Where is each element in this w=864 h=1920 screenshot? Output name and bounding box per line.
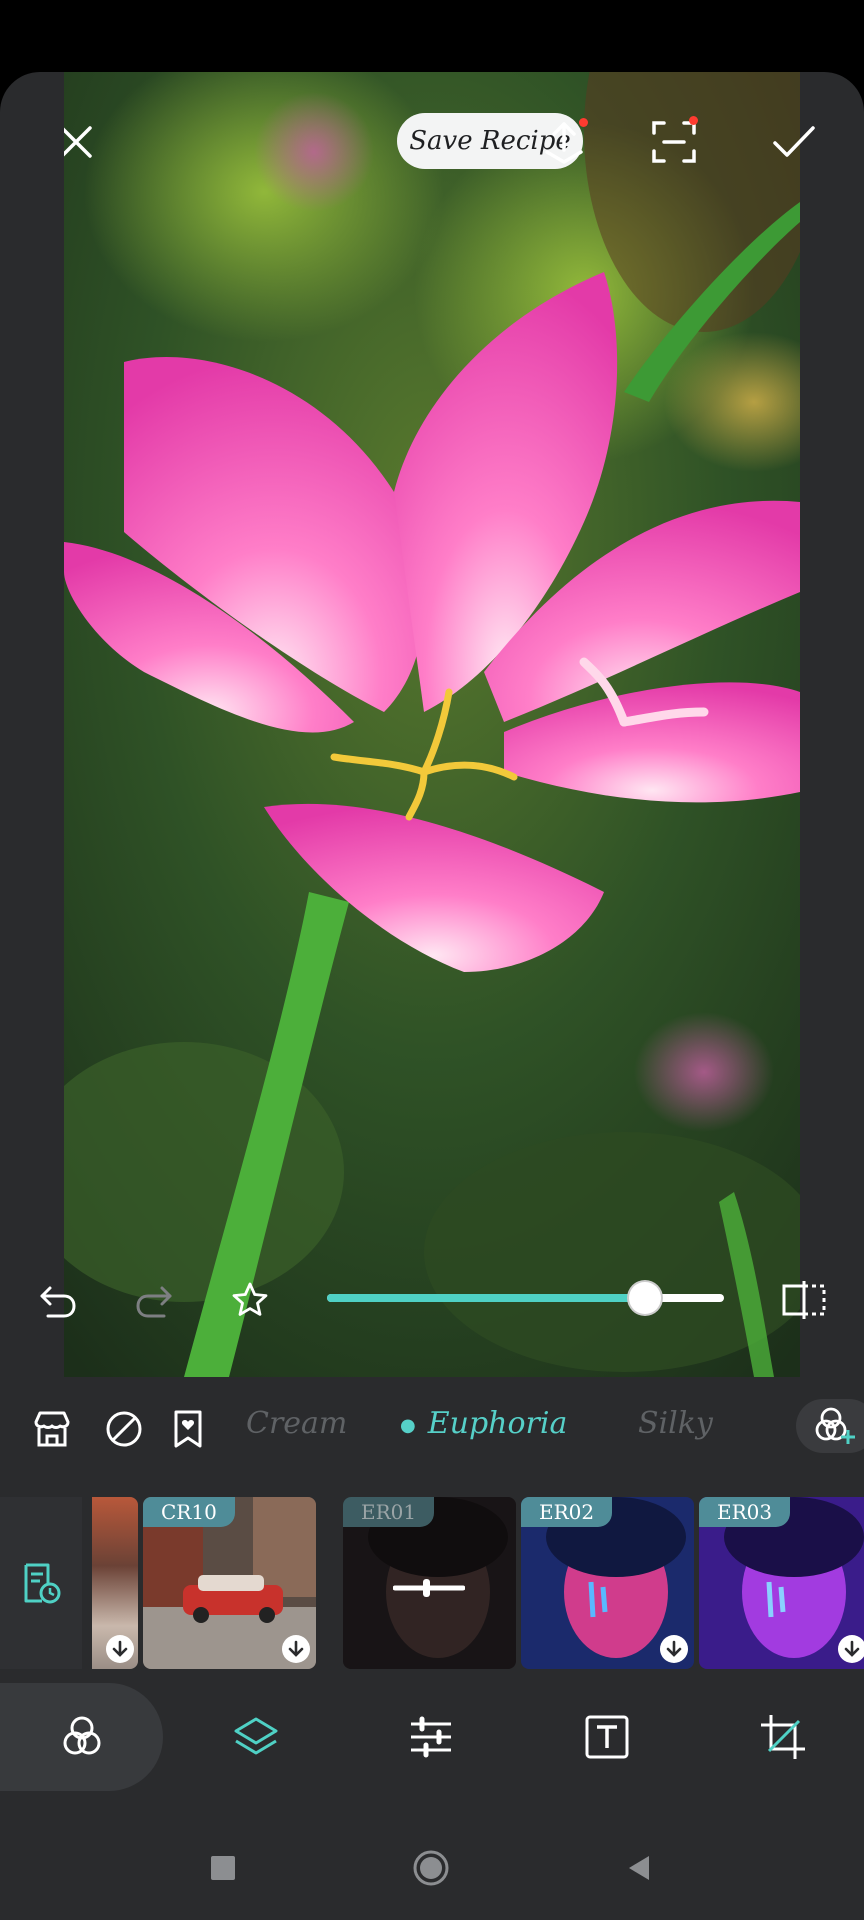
category-euphoria-label: Euphoria (427, 1406, 568, 1441)
history-recipe-icon (24, 1563, 61, 1604)
compare-split-icon (782, 1281, 826, 1319)
undo-button[interactable] (32, 1274, 84, 1326)
download-icon (106, 1635, 134, 1663)
recipe-history-button[interactable] (0, 1497, 82, 1669)
bookmark-heart-icon (174, 1410, 202, 1448)
tool-filters[interactable] (0, 1683, 163, 1791)
selected-adjust-icon[interactable] (392, 1577, 466, 1603)
back-icon (629, 1856, 649, 1880)
intensity-slider-fill (327, 1294, 645, 1302)
filter-label-tag: CR10 (143, 1497, 235, 1527)
store-icon (34, 1411, 70, 1447)
scan-notification-dot (689, 116, 698, 125)
bookmark-filters-button[interactable] (164, 1405, 212, 1453)
category-silky[interactable]: Silky (638, 1406, 713, 1441)
scan-frame-icon (652, 121, 696, 163)
tool-text[interactable] (547, 1687, 667, 1787)
intensity-slider-thumb[interactable] (628, 1282, 661, 1314)
filters-tool-icon (63, 1716, 100, 1755)
filter-thumbnail-er03[interactable]: ER03 (699, 1497, 864, 1669)
redo-icon (136, 1286, 172, 1318)
home-icon (413, 1850, 449, 1886)
confirm-button[interactable] (764, 112, 824, 172)
add-filter-icon (815, 1407, 855, 1444)
compare-button[interactable] (776, 1274, 832, 1326)
category-cream[interactable]: Cream (246, 1406, 347, 1441)
share-notification-dot (579, 118, 588, 127)
download-icon (838, 1635, 864, 1663)
filter-label: CR10 (161, 1500, 217, 1524)
filter-thumbnail-er02[interactable]: ER02 (521, 1497, 694, 1669)
flower-photo (64, 72, 800, 1377)
filter-label-tag: ER03 (699, 1497, 791, 1527)
share-button[interactable] (534, 112, 594, 172)
close-icon (64, 126, 92, 158)
text-tool-icon (585, 1715, 629, 1759)
system-navigation-bar (0, 1817, 864, 1920)
filter-label: ER01 (361, 1500, 417, 1524)
photo-canvas[interactable]: Save Recipe (64, 72, 800, 1377)
store-button[interactable] (28, 1405, 76, 1453)
recent-apps-button[interactable] (211, 1856, 235, 1880)
filter-label-tag: ER01 (343, 1497, 435, 1527)
no-filter-button[interactable] (100, 1405, 148, 1453)
category-euphoria[interactable]: ● Euphoria (400, 1406, 567, 1441)
back-button[interactable] (625, 1854, 653, 1882)
add-filter-button[interactable] (796, 1399, 864, 1453)
no-filter-icon (106, 1411, 142, 1447)
active-category-dot: ● (400, 1414, 416, 1436)
tool-crop[interactable] (723, 1687, 843, 1787)
layers-tool-icon (234, 1717, 278, 1755)
status-bar (0, 0, 864, 72)
intensity-slider[interactable] (327, 1294, 724, 1302)
favorite-button[interactable] (224, 1274, 276, 1326)
filter-label-tag: ER02 (521, 1497, 613, 1527)
filter-label: ER03 (717, 1500, 773, 1524)
crop-tool-icon (761, 1715, 805, 1759)
home-button[interactable] (413, 1850, 449, 1886)
star-icon (232, 1282, 268, 1316)
adjust-sliders-icon (411, 1716, 451, 1758)
filter-thumbnail[interactable] (92, 1497, 138, 1669)
tool-layers[interactable] (196, 1687, 316, 1787)
filter-thumbnail-er01[interactable]: ER01 (343, 1497, 516, 1669)
tool-adjust[interactable] (371, 1687, 491, 1787)
download-icon (282, 1635, 310, 1663)
undo-icon (40, 1286, 76, 1318)
filter-thumbnail-cr10[interactable]: CR10 (143, 1497, 316, 1669)
download-icon (660, 1635, 688, 1663)
filter-label: ER02 (539, 1500, 595, 1524)
close-button[interactable] (64, 112, 106, 172)
editor-app: Save Recipe Cream ● Euphoria Silky CR10 … (0, 72, 864, 1817)
scan-button[interactable] (644, 112, 704, 172)
check-icon (773, 126, 815, 157)
redo-button[interactable] (128, 1274, 180, 1326)
